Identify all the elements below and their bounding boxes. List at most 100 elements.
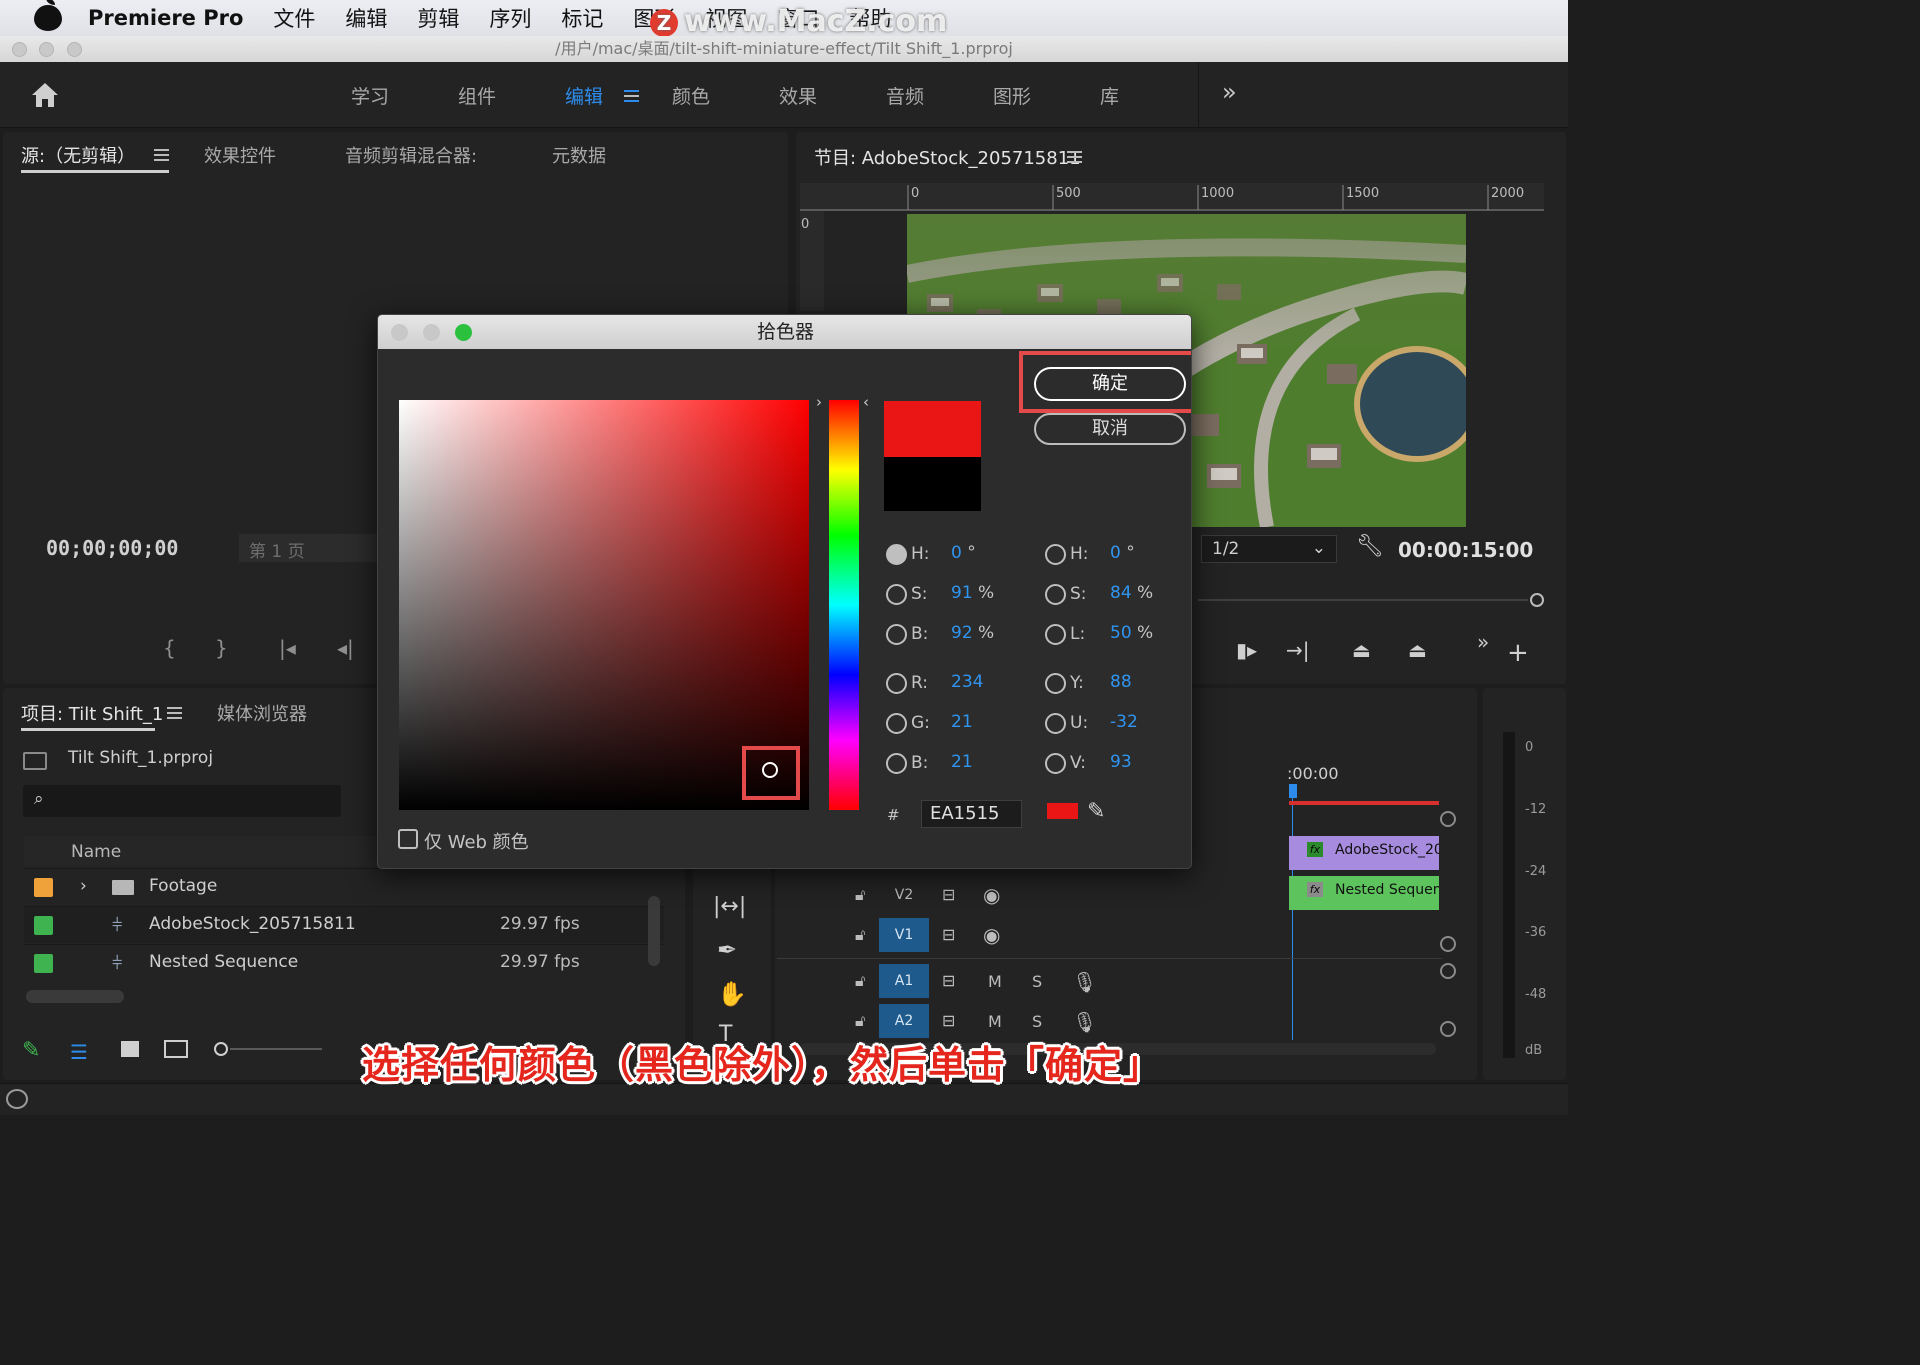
eye-icon[interactable]: ◉: [983, 883, 1000, 907]
menu-clip[interactable]: 剪辑: [417, 3, 459, 33]
bin-up-icon[interactable]: [23, 752, 47, 770]
radio-u[interactable]: [1045, 713, 1066, 734]
tab-media-browser[interactable]: 媒体浏览器: [217, 700, 307, 726]
program-timecode[interactable]: 00:00:15:00: [1398, 538, 1533, 562]
work-area-bar[interactable]: [1289, 801, 1439, 805]
mute-button[interactable]: M: [988, 972, 1002, 991]
workspace-graphics[interactable]: 图形: [993, 82, 1031, 109]
app-menu[interactable]: Premiere Pro: [88, 6, 243, 30]
hue-slider-right-arrow-icon[interactable]: ‹: [863, 393, 869, 411]
apple-icon[interactable]: [34, 0, 62, 31]
dialog-minimize-button[interactable]: [423, 324, 440, 341]
solo-button[interactable]: S: [1032, 972, 1042, 991]
hsl-saturation-input[interactable]: 84 %: [1110, 583, 1153, 603]
red-input[interactable]: 234: [951, 672, 983, 692]
extract-icon[interactable]: ⏏: [1408, 638, 1427, 662]
radio-hsl-saturation[interactable]: [1045, 584, 1066, 605]
tab-metadata[interactable]: 元数据: [552, 142, 606, 168]
lightness-input[interactable]: 50 %: [1110, 623, 1153, 643]
dialog-zoom-button[interactable]: [455, 324, 472, 341]
lock-icon[interactable]: 🔓︎: [855, 1011, 865, 1031]
u-input[interactable]: -32: [1110, 712, 1138, 732]
menu-file[interactable]: 文件: [273, 3, 315, 33]
column-name-header[interactable]: Name: [71, 842, 121, 862]
window-close-button[interactable]: [12, 42, 27, 57]
eyedropper-icon[interactable]: ✎: [1087, 799, 1105, 824]
freeform-view-icon[interactable]: [164, 1040, 188, 1058]
list-view-icon[interactable]: ☰: [70, 1040, 88, 1064]
radio-v[interactable]: [1045, 753, 1066, 774]
cancel-button[interactable]: 取消: [1034, 413, 1186, 445]
project-panel-menu-icon[interactable]: [167, 707, 182, 719]
radio-hsb-saturation[interactable]: [886, 584, 907, 605]
sync-lock-icon[interactable]: ⊟: [942, 971, 955, 990]
list-item[interactable]: › Footage: [24, 868, 664, 905]
web-only-checkbox[interactable]: [398, 829, 418, 849]
sync-lock-icon[interactable]: ⊟: [942, 1011, 955, 1030]
timeline-clip[interactable]: fx Nested Sequenc: [1289, 876, 1439, 910]
saturation-input[interactable]: 91 %: [951, 583, 994, 603]
mute-button[interactable]: M: [988, 1012, 1002, 1031]
eye-icon[interactable]: ◉: [983, 923, 1000, 947]
workspace-libraries[interactable]: 库: [1100, 82, 1119, 109]
source-timecode[interactable]: 00;00;00;00: [46, 536, 178, 560]
radio-hsb-hue[interactable]: [886, 544, 907, 565]
track-target-a1[interactable]: A1: [879, 964, 929, 998]
icon-view-icon[interactable]: [121, 1041, 139, 1057]
label-color-swatch[interactable]: [34, 954, 53, 973]
workspace-effects[interactable]: 效果: [779, 82, 817, 109]
workspace-assembly[interactable]: 组件: [458, 82, 496, 109]
radio-hsb-brightness[interactable]: [886, 624, 907, 645]
program-title[interactable]: 节目: AdobeStock_205715811: [814, 144, 1081, 170]
go-to-out-icon[interactable]: →|: [1286, 638, 1310, 662]
search-input[interactable]: [23, 785, 341, 817]
hex-input[interactable]: EA1515: [921, 800, 1022, 828]
y-input[interactable]: 88: [1110, 672, 1132, 692]
workspace-color[interactable]: 颜色: [672, 82, 710, 109]
microphone-icon[interactable]: 🎙︎: [1072, 1010, 1097, 1034]
vertical-scrollbar[interactable]: [648, 896, 660, 966]
mark-in-icon[interactable]: {: [163, 636, 176, 660]
label-color-swatch[interactable]: [34, 916, 53, 935]
pencil-icon[interactable]: ✎: [22, 1038, 40, 1063]
sync-lock-icon[interactable]: ⊟: [942, 885, 955, 904]
menu-sequence[interactable]: 序列: [489, 3, 531, 33]
go-to-in-icon[interactable]: |◂: [279, 636, 296, 660]
track-height-handle[interactable]: [1440, 936, 1456, 952]
source-panel-menu-icon[interactable]: [154, 149, 169, 161]
chevron-right-icon[interactable]: ›: [80, 876, 87, 896]
home-icon[interactable]: [30, 81, 60, 109]
radio-blue[interactable]: [886, 753, 907, 774]
radio-red[interactable]: [886, 673, 907, 694]
green-input[interactable]: 21: [951, 712, 973, 732]
step-forward-icon[interactable]: ▮▸: [1236, 638, 1257, 662]
menu-marker[interactable]: 标记: [561, 3, 603, 33]
resolution-select[interactable]: 1/2 ⌄: [1201, 535, 1337, 563]
lock-icon[interactable]: 🔓︎: [855, 925, 865, 945]
brightness-input[interactable]: 92 %: [951, 623, 994, 643]
dialog-close-button[interactable]: [391, 324, 408, 341]
workspace-learn[interactable]: 学习: [351, 82, 389, 109]
lift-icon[interactable]: ⏏: [1352, 638, 1371, 662]
radio-y[interactable]: [1045, 673, 1066, 694]
original-color-swatch[interactable]: [884, 457, 981, 511]
track-target-v2[interactable]: V2: [879, 878, 929, 912]
slip-tool-icon[interactable]: |↔|: [713, 894, 746, 919]
radio-hsl-lightness[interactable]: [1045, 624, 1066, 645]
wrench-icon[interactable]: 🔧︎: [1356, 534, 1384, 559]
program-time-ruler[interactable]: [1198, 588, 1544, 612]
tab-audio-clip-mixer[interactable]: 音频剪辑混合器:: [345, 142, 477, 168]
web-safe-swatch[interactable]: [1047, 803, 1078, 819]
hsl-hue-input[interactable]: 0 °: [1110, 543, 1135, 563]
window-zoom-button[interactable]: [67, 42, 82, 57]
zoom-slider-handle[interactable]: [214, 1042, 228, 1056]
playhead-icon[interactable]: [1289, 784, 1297, 798]
ok-button[interactable]: 确定: [1034, 367, 1186, 401]
list-item[interactable]: ⫩ Nested Sequence 29.97 fps: [24, 944, 664, 981]
hue-input[interactable]: 0 °: [951, 543, 976, 563]
mark-out-icon[interactable]: }: [215, 636, 228, 660]
window-minimize-button[interactable]: [39, 42, 54, 57]
workspace-overflow-button[interactable]: »: [1222, 78, 1237, 106]
tab-effect-controls[interactable]: 效果控件: [204, 142, 276, 168]
lock-icon[interactable]: 🔓︎: [855, 971, 865, 991]
